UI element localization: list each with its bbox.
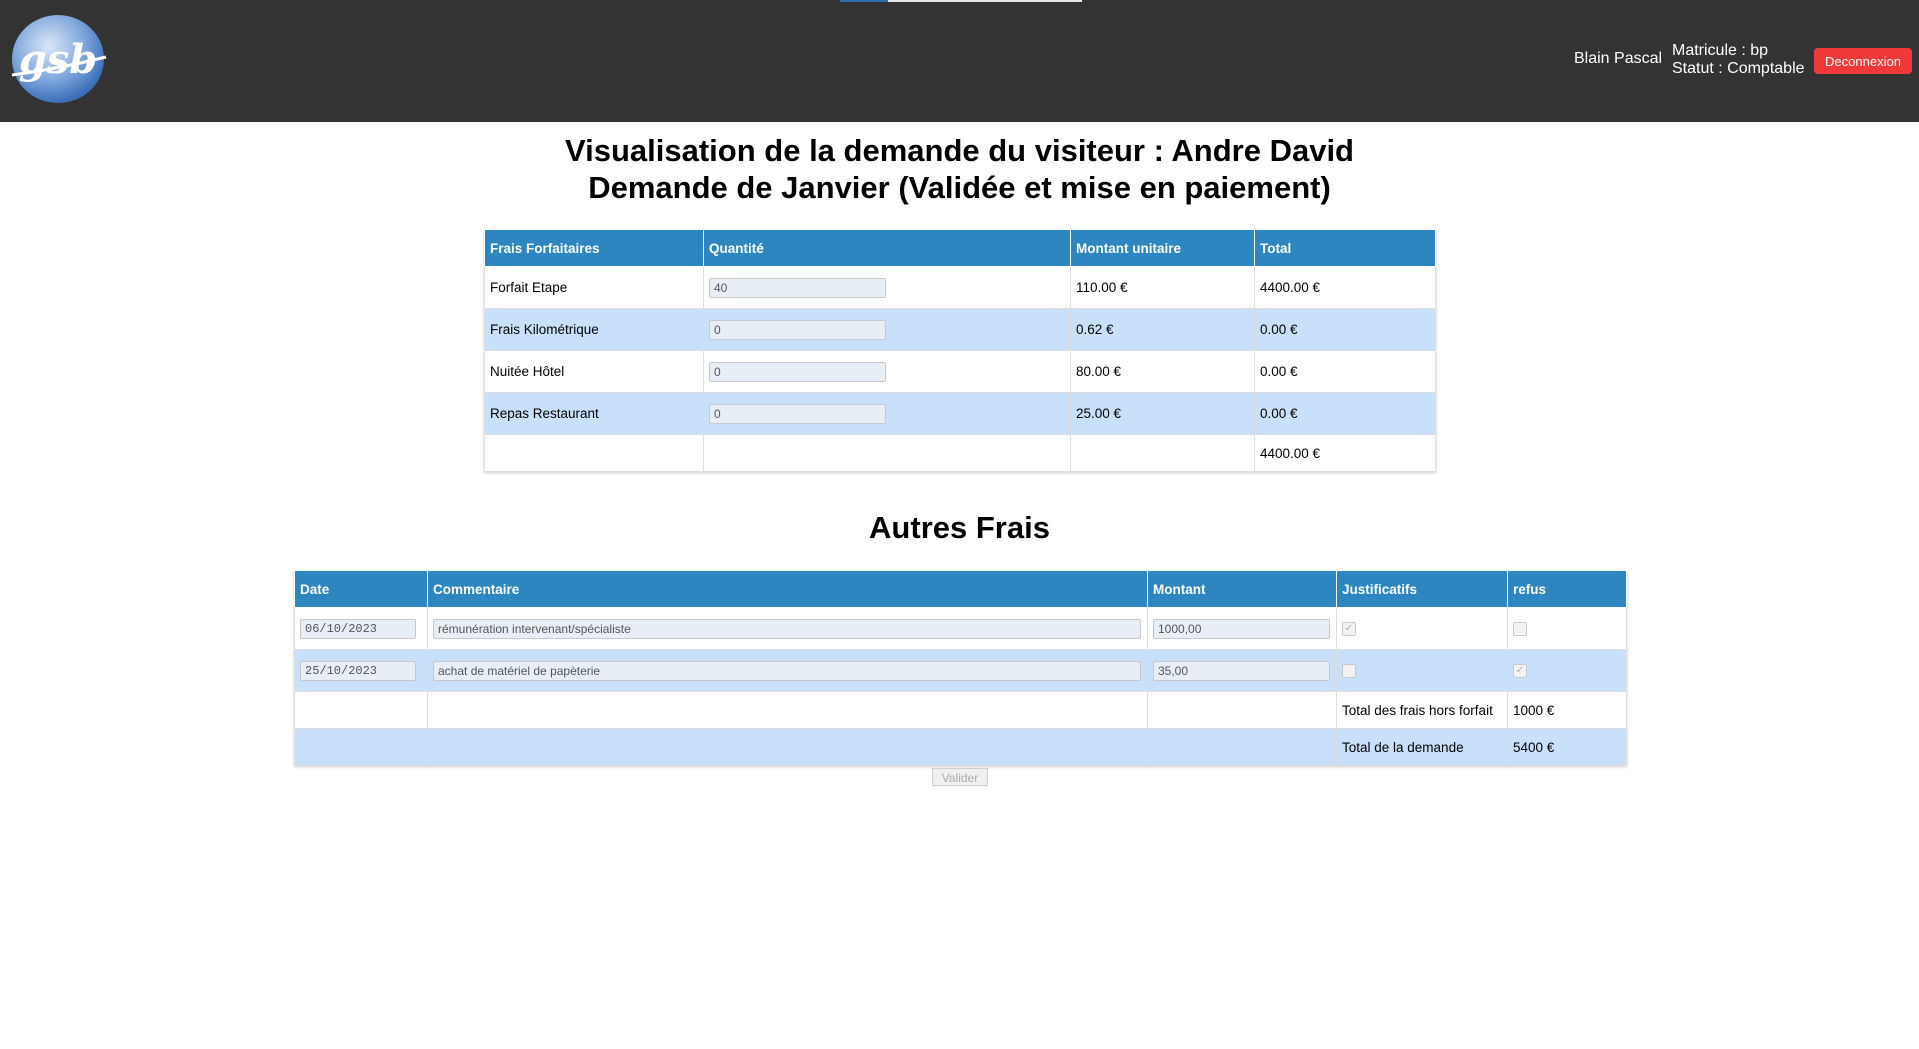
statut: Statut : Comptable — [1672, 60, 1805, 77]
quantity-input[interactable] — [709, 277, 886, 298]
total-demande-row: Total de la demande 5400 € — [294, 728, 1627, 766]
col-header-montant: Montant — [1147, 570, 1337, 608]
quantity-input[interactable] — [709, 319, 886, 340]
svg-text:gsb: gsb — [19, 36, 97, 83]
autres-row: ✓ — [294, 607, 1627, 650]
forfait-header-row: Frais Forfaitaires Quantité Montant unit… — [484, 229, 1436, 267]
col-header-total: Total — [1254, 229, 1436, 267]
frais-label: Forfait Etape — [484, 266, 704, 309]
autres-header-row: Date Commentaire Montant Justificatifs r… — [294, 570, 1627, 608]
col-header-montant-unitaire: Montant unitaire — [1070, 229, 1255, 267]
total-hors-forfait-row: Total des frais hors forfait 1000 € — [294, 691, 1627, 729]
top-strip-decoration — [840, 0, 1082, 2]
gsb-logo: gsb — [11, 15, 107, 103]
logout-button[interactable]: Deconnexion — [1814, 48, 1912, 74]
date-field[interactable] — [300, 618, 416, 639]
frais-label: Repas Restaurant — [484, 392, 704, 435]
unit-amount: 25.00 € — [1070, 392, 1255, 435]
total-demande-value: 5400 € — [1507, 728, 1627, 766]
col-header-commentaire: Commentaire — [427, 570, 1148, 608]
total-hors-forfait-value: 1000 € — [1507, 691, 1627, 729]
page-title: Visualisation de la demande du visiteur … — [565, 133, 1354, 168]
row-total: 4400.00 € — [1254, 266, 1436, 309]
frais-label: Frais Kilométrique — [484, 308, 704, 351]
row-total: 0.00 € — [1254, 308, 1436, 351]
top-bar: gsb Blain Pascal Matricule : bp Statut :… — [0, 0, 1919, 122]
autres-frais-table: Date Commentaire Montant Justificatifs r… — [294, 570, 1627, 766]
refus-checkbox-checked[interactable]: ✓ — [1513, 664, 1527, 679]
comment-field[interactable] — [433, 618, 1141, 639]
validate-button[interactable]: Valider — [932, 768, 988, 786]
quantity-input[interactable] — [709, 403, 886, 424]
row-total: 0.00 € — [1254, 392, 1436, 435]
justificatif-checkbox-unchecked[interactable] — [1342, 664, 1356, 679]
forfait-row: Forfait Etape 110.00 € 4400.00 € — [484, 266, 1436, 309]
montant-field[interactable] — [1153, 618, 1330, 639]
user-name: Blain Pascal — [1574, 50, 1663, 67]
page-subtitle: Demande de Janvier (Validée et mise en p… — [588, 170, 1331, 205]
col-header-justificatifs: Justificatifs — [1336, 570, 1508, 608]
unit-amount: 110.00 € — [1070, 266, 1255, 309]
frais-label: Nuitée Hôtel — [484, 350, 704, 393]
autres-frais-title: Autres Frais — [869, 510, 1050, 545]
comment-field[interactable] — [433, 660, 1141, 681]
col-header-quantite: Quantité — [703, 229, 1071, 267]
user-info: Matricule : bp Statut : Comptable — [1672, 42, 1805, 78]
forfait-total-row: 4400.00 € — [484, 434, 1436, 472]
forfait-table: Frais Forfaitaires Quantité Montant unit… — [484, 229, 1436, 472]
forfait-row: Repas Restaurant 25.00 € 0.00 € — [484, 392, 1436, 435]
unit-amount: 0.62 € — [1070, 308, 1255, 351]
refus-checkbox-unchecked[interactable] — [1513, 622, 1527, 637]
col-header-refus: refus — [1507, 570, 1627, 608]
total-hors-forfait-label: Total des frais hors forfait — [1336, 691, 1508, 729]
montant-field[interactable] — [1153, 660, 1330, 681]
date-field[interactable] — [300, 660, 416, 681]
matricule: Matricule : bp — [1672, 42, 1769, 59]
autres-row: ✓ — [294, 649, 1627, 692]
forfait-row: Nuitée Hôtel 80.00 € 0.00 € — [484, 350, 1436, 393]
col-header-date: Date — [294, 570, 428, 608]
row-total: 0.00 € — [1254, 350, 1436, 393]
justificatif-checkbox-checked[interactable]: ✓ — [1342, 622, 1356, 637]
total-demande-label: Total de la demande — [1336, 728, 1508, 766]
unit-amount: 80.00 € — [1070, 350, 1255, 393]
col-header-frais: Frais Forfaitaires — [484, 229, 704, 267]
forfait-grand-total: 4400.00 € — [1254, 434, 1436, 472]
forfait-row: Frais Kilométrique 0.62 € 0.00 € — [484, 308, 1436, 351]
quantity-input[interactable] — [709, 361, 886, 382]
